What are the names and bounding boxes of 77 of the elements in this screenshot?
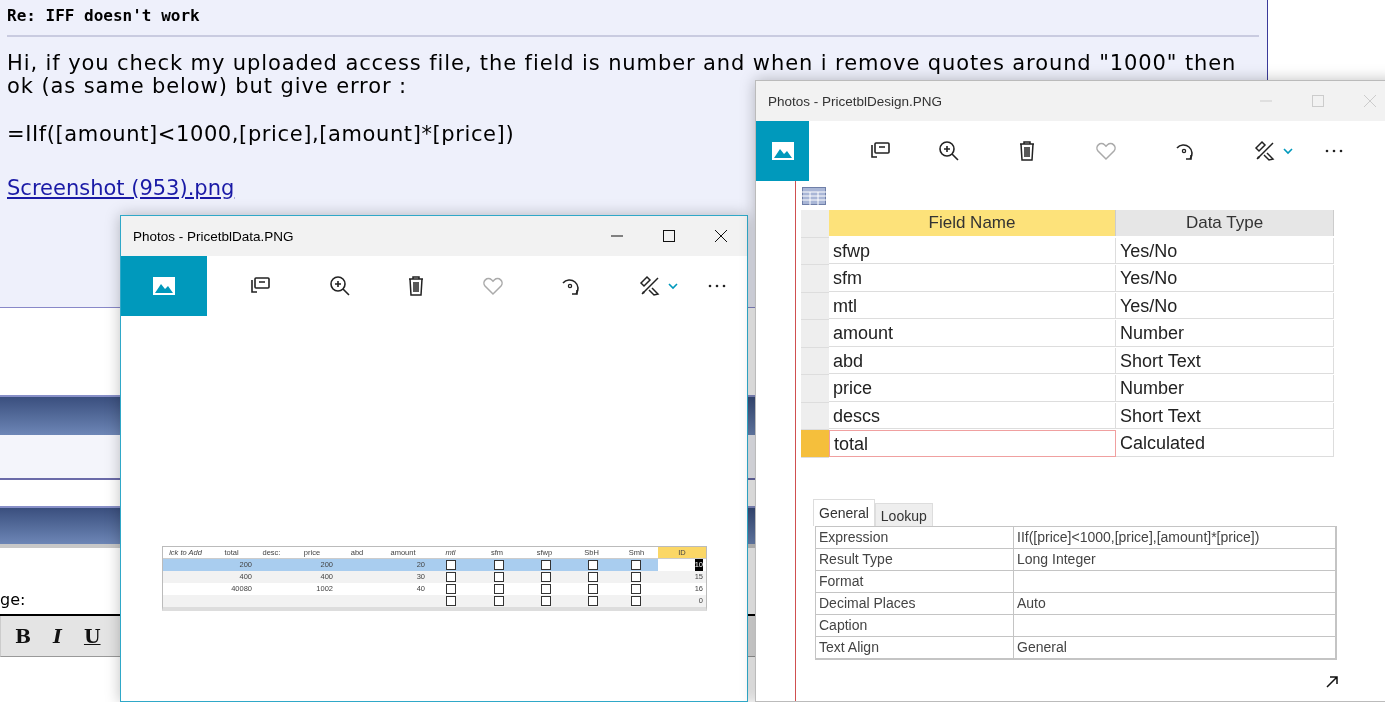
checkbox[interactable] <box>588 584 598 594</box>
property-value[interactable]: IIf([price]<1000,[price],[amount]*[price]) <box>1014 526 1336 549</box>
photo-view-button[interactable] <box>121 256 207 316</box>
table-cell <box>163 571 208 583</box>
image-icon <box>152 276 176 296</box>
photo-view-button[interactable] <box>756 121 809 181</box>
window-title: Photos - PricetblData.PNG <box>133 228 295 244</box>
maximize-icon[interactable] <box>662 229 676 243</box>
checkbox[interactable] <box>631 560 641 570</box>
data-type-cell: Yes/No <box>1116 237 1334 264</box>
checkbox[interactable] <box>631 596 641 606</box>
field-name-cell: descs <box>829 402 1116 429</box>
checkbox[interactable] <box>446 560 456 570</box>
checkbox[interactable] <box>494 572 504 582</box>
data-type-cell: Yes/No <box>1116 292 1334 319</box>
more-icon[interactable] <box>1325 149 1343 153</box>
format-button[interactable]: U <box>81 625 103 647</box>
more-icon[interactable] <box>708 284 726 288</box>
checkbox[interactable] <box>541 584 551 594</box>
chevron-down-icon[interactable] <box>668 282 678 290</box>
field-name-cell: total <box>829 430 1116 457</box>
field-name-cell: amount <box>829 320 1116 347</box>
field-name-cell: mtl <box>829 292 1116 319</box>
checkbox[interactable] <box>588 560 598 570</box>
data-type-cell: Number <box>1116 320 1334 347</box>
table-cell <box>163 559 208 571</box>
checkbox[interactable] <box>541 560 551 570</box>
pencil-ruler-icon[interactable] <box>1253 139 1277 163</box>
property-value[interactable]: Auto <box>1014 592 1336 615</box>
property-label: Text Align <box>816 636 1014 659</box>
field-name-cell: price <box>829 375 1116 402</box>
data-type-cell: Number <box>1116 375 1334 402</box>
table-icon <box>802 187 826 205</box>
chevron-down-icon[interactable] <box>1283 147 1293 155</box>
checkbox[interactable] <box>446 596 456 606</box>
formula-text: =IIf([amount]<1000,[price],[amount]*[price]) <box>7 122 516 146</box>
checkbox[interactable] <box>494 584 504 594</box>
close-icon[interactable] <box>714 229 728 243</box>
property-value[interactable]: General <box>1014 636 1336 659</box>
checkbox[interactable] <box>446 572 456 582</box>
zoom-in-icon[interactable] <box>328 274 352 298</box>
checkbox[interactable] <box>494 596 504 606</box>
data-type-cell: Yes/No <box>1116 265 1334 292</box>
data-type-cell: Calculated <box>1116 430 1334 457</box>
property-tab[interactable]: Lookup <box>874 502 933 526</box>
field-name-cell: sfwp <box>829 237 1116 264</box>
field-name-cell: abd <box>829 347 1116 374</box>
checkbox[interactable] <box>631 572 641 582</box>
checkbox[interactable] <box>446 584 456 594</box>
format-button[interactable]: B <box>13 625 34 647</box>
table-cell <box>163 595 208 607</box>
data-type-cell: Short Text <box>1116 402 1334 429</box>
property-label: Format <box>816 570 1014 593</box>
checkbox[interactable] <box>494 560 504 570</box>
checkbox[interactable] <box>588 596 598 606</box>
corner-cell <box>801 210 829 238</box>
checkbox[interactable] <box>541 596 551 606</box>
property-label: Caption <box>816 614 1014 637</box>
property-label: Expression <box>816 526 1014 549</box>
checkbox[interactable] <box>631 584 641 594</box>
arrow-icon <box>1326 675 1338 688</box>
property-label: Result Type <box>816 548 1014 571</box>
attachment-link[interactable]: Screenshot (953).png <box>7 176 235 200</box>
column-header: Field Name <box>829 210 1116 236</box>
image-icon <box>770 141 795 161</box>
post-title: Re: IFF doesn't work <box>7 6 1259 37</box>
property-value[interactable]: Long Integer <box>1014 548 1336 571</box>
property-label: Decimal Places <box>816 592 1014 615</box>
checkbox[interactable] <box>541 572 551 582</box>
column-header: Data Type <box>1116 210 1334 236</box>
property-tab[interactable]: General <box>813 498 875 526</box>
zoom-in-icon[interactable] <box>937 139 961 163</box>
field-name-cell: sfm <box>829 265 1116 292</box>
pencil-ruler-icon[interactable] <box>638 274 662 298</box>
checkbox[interactable] <box>588 572 598 582</box>
data-type-cell: Short Text <box>1116 347 1334 374</box>
format-button[interactable]: I <box>51 625 64 647</box>
